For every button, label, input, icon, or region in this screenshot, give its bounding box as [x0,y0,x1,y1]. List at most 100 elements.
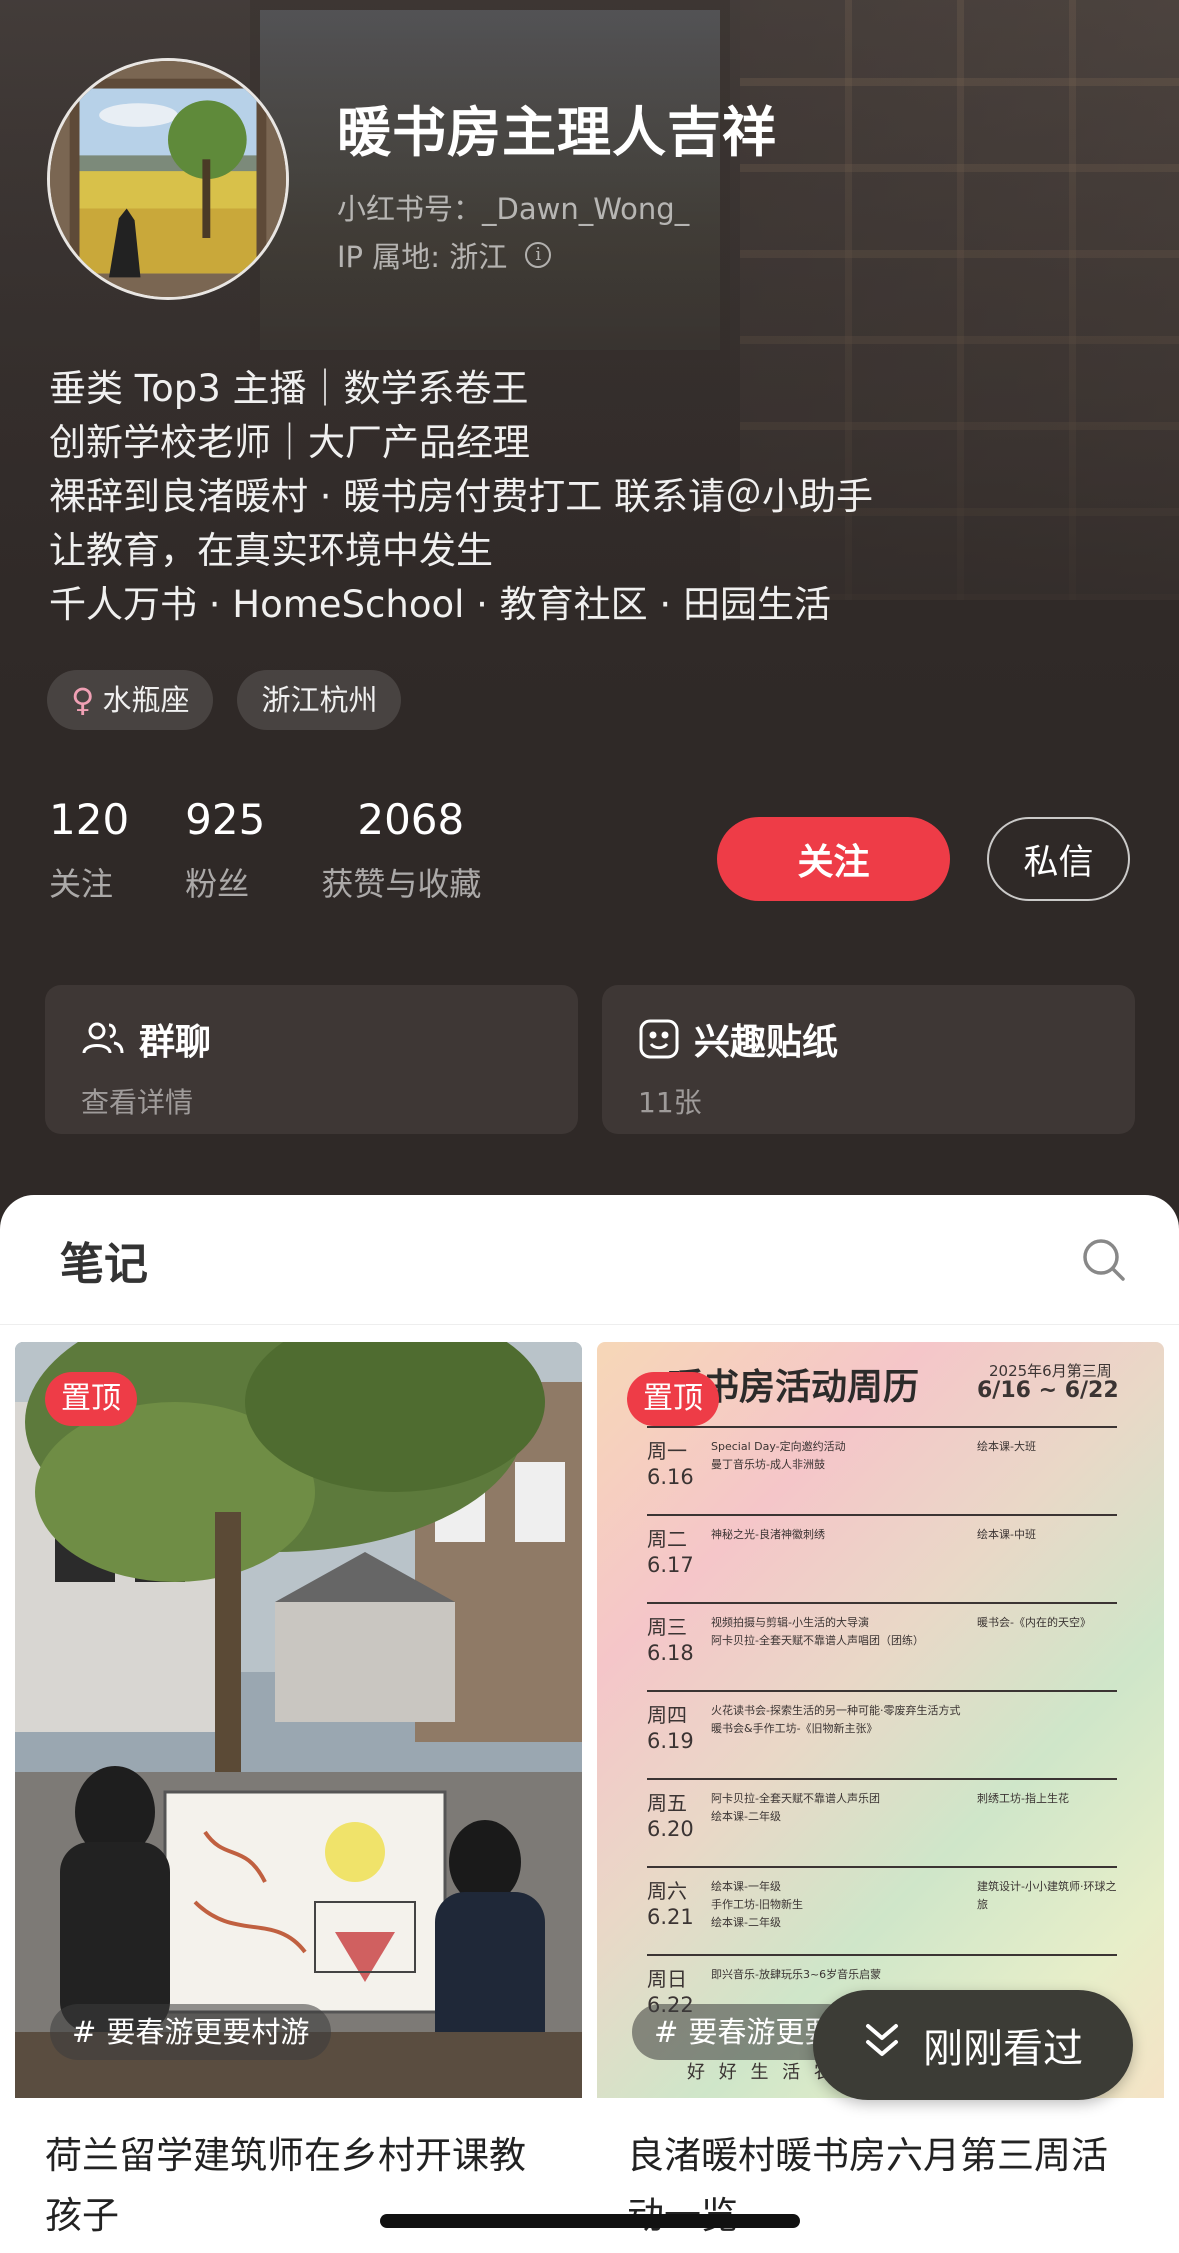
notes-header: 笔记 [0,1195,1179,1325]
poster-item: 神秘之光-良渚神徽刺绣 [711,1528,825,1541]
tag-location: 浙江杭州 [237,670,402,730]
tag-label: 水瓶座 [102,683,190,717]
poster-day-name: 周四 [647,1703,687,1727]
ip-location: IP 属地: 浙江 [337,240,508,274]
poster-item: 曼丁音乐坊-成人非洲鼓 [711,1458,825,1471]
stat-label: 关注 [49,865,114,903]
poster-day-name: 周六 [647,1879,687,1903]
poster-day-label: 周三 6.18 [647,1614,705,1690]
pinned-badge: 置顶 [627,1372,719,1426]
bio-line: 垂类 Top3 主播｜数学系卷王 [49,367,529,410]
follow-button[interactable]: 关注 [717,817,950,901]
card-title-row: 群聊 [81,1013,578,1065]
poster-day-date: 6.18 [647,1641,694,1665]
poster-day-items: 阿卡贝拉-全套天赋不靠谱人声乐团 绘本课-二年级 [705,1790,977,1866]
note-cover-photo [15,1342,582,2098]
poster-range: 6/16 ~ 6/22 [977,1378,1119,1403]
poster-day-row: 周五 6.20 阿卡贝拉-全套天赋不靠谱人声乐团 绘本课-二年级 刺绣工坊-指上生花 [647,1778,1117,1866]
group-chat-card[interactable]: 群聊 查看详情 [45,985,578,1134]
poster-day-label: 周二 6.17 [647,1526,705,1602]
search-icon[interactable] [1079,1235,1129,1285]
note-card[interactable]: 置顶 # 要春游更要村游 荷兰留学建筑师在乡村开课教孩子 [15,1342,582,2253]
avatar[interactable] [47,58,289,300]
home-indicator[interactable] [380,2214,800,2228]
card-title: 兴趣贴纸 [694,1022,839,1063]
sticker-card[interactable]: 兴趣贴纸 11张 [602,985,1135,1134]
poster-side-item: 暖书会-《内在的天空》 [977,1616,1091,1629]
poster-day-date: 6.16 [647,1465,694,1489]
poster-day-items: 神秘之光-良渚神徽刺绣 [705,1526,977,1602]
poster-day-items: 火花读书会-探索生活的另一种可能·零废弃生活方式 暖书会&手作工坊-《旧物新主张》 [705,1702,977,1778]
hashtag-icon: # [72,2015,97,2049]
bio-line: 让教育，在真实环境中发生 [49,529,493,572]
stat-label: 获赞与收藏 [321,865,482,903]
avatar-image [50,61,286,297]
poster-day-name: 周一 [647,1439,687,1463]
red-id[interactable]: 小红书号：_Dawn_Wong_ [337,186,689,228]
poster-day-row: 周一 6.16 Special Day-定向邀约活动 曼丁音乐坊-成人非洲鼓 绘本课-大… [647,1426,1117,1514]
poster-day-items: Special Day-定向邀约活动 曼丁音乐坊-成人非洲鼓 [705,1438,977,1514]
poster-day-name: 周五 [647,1791,687,1815]
bio-line: 千人万书 · HomeSchool · 教育社区 · 田园生活 [49,583,831,626]
double-chevron-down-icon [863,2020,901,2070]
stat-likes[interactable]: 2068 获赞与收藏 [321,795,481,905]
hashtag-icon: # [654,2015,679,2049]
poster-day-row: 周三 6.18 视频拍摄与剪辑-小生活的大导演阿卡贝拉-全套天赋不靠谱人声唱团（团练… [647,1602,1117,1690]
stat-following[interactable]: 120 关注 [49,795,129,905]
poster-item: 阿卡贝拉-全套天赋不靠谱人声乐团 [711,1792,880,1805]
card-subtitle: 查看详情 [81,1086,194,1119]
poster-side-item: 绘本课-大班 [977,1440,1036,1453]
poster-day-row: 周二 6.17 神秘之光-良渚神徽刺绣 绘本课-中班 [647,1514,1117,1602]
card-subtitle: 11张 [638,1086,702,1119]
sticker-icon [638,1018,680,1060]
poster: 暖书房活动周历 2025年6月第三周 6/16 ~ 6/22 周一 6.16 Spe… [597,1342,1164,2098]
note-cover: 置顶 # 要春游更要村游 [15,1342,582,2098]
tag-zodiac: ♀ 水瓶座 [47,670,214,730]
info-icon[interactable]: i [525,242,552,268]
poster-day-date: 6.20 [647,1817,694,1841]
tab-notes[interactable]: 笔记 [60,1228,148,1292]
poster-side-item: 绘本课-中班 [977,1528,1036,1541]
note-card[interactable]: 暖书房活动周历 2025年6月第三周 6/16 ~ 6/22 周一 6.16 Spe… [597,1342,1164,2253]
profile-tags: ♀ 水瓶座 浙江杭州 [47,670,402,730]
poster-side-item: 刺绣工坊-指上生花 [977,1792,1069,1805]
topic-tag[interactable]: # 要春游更要村游 [50,2004,332,2060]
recently-viewed-button[interactable]: 刚刚看过 [813,1990,1133,2100]
poster-side-item [977,1702,1117,1778]
poster-day-date: 6.17 [647,1553,694,1577]
profile-stats: 120 关注 925 粉丝 2068 获赞与收藏 [49,795,537,905]
bio-line[interactable]: 裸辞到良渚暖村 · 暖书房付费打工 联系请＠小助手 [49,470,1129,524]
card-title-row: 兴趣贴纸 [638,1013,1135,1065]
message-button[interactable]: 私信 [987,817,1130,901]
stat-label: 粉丝 [185,865,250,903]
poster-day-label: 周五 6.20 [647,1790,705,1866]
bio: 垂类 Top3 主播｜数学系卷王 创新学校老师｜大厂产品经理 裸辞到良渚暖村 ·… [49,362,1129,632]
poster-day-label: 周一 6.16 [647,1438,705,1514]
tag-label: 浙江杭州 [261,683,378,717]
poster-item: 阿卡贝拉-全套天赋不靠谱人声唱团（团练） [711,1634,924,1647]
poster-item: Special Day-定向邀约活动 [711,1440,846,1453]
poster-day-name: 周三 [647,1615,687,1639]
note-cover: 暖书房活动周历 2025年6月第三周 6/16 ~ 6/22 周一 6.16 Spe… [597,1342,1164,2098]
stat-value: 120 [49,795,130,844]
recently-viewed-label: 刚刚看过 [923,2026,1083,2072]
bio-line: 创新学校老师｜大厂产品经理 [49,421,530,464]
pinned-badge: 置顶 [45,1372,137,1426]
poster-day-date: 6.21 [647,1905,694,1929]
stat-followers[interactable]: 925 粉丝 [185,795,265,905]
poster-item: 火花读书会-探索生活的另一种可能·零废弃生活方式 [711,1704,961,1717]
poster-item: 即兴音乐-放肆玩乐3~6岁音乐启蒙 [711,1968,882,1981]
topic-label: 要春游更要村游 [106,2015,310,2049]
poster-item: 绘本课-二年级 [711,1810,781,1823]
poster-item: 暖书会&手作工坊-《旧物新主张》 [711,1722,878,1735]
topic-label: 要春游更要 [688,2015,834,2049]
poster-day-items: 绘本课-一年级 手作工坊-旧物新生 绘本课-二年级 [705,1878,977,1954]
poster-side-item: 建筑设计-小小建筑师·环球之旅 [977,1880,1117,1911]
stat-value: 2068 [357,795,465,844]
poster-item: 视频拍摄与剪辑-小生活的大导演 [711,1616,869,1629]
poster-day-name: 周日 [647,1967,687,1991]
poster-item: 手作工坊-旧物新生 [711,1898,803,1911]
poster-day-date: 6.19 [647,1729,694,1753]
poster-item: 绘本课-二年级 [711,1916,781,1929]
profile-name: 暖书房主理人吉祥 [337,101,777,164]
